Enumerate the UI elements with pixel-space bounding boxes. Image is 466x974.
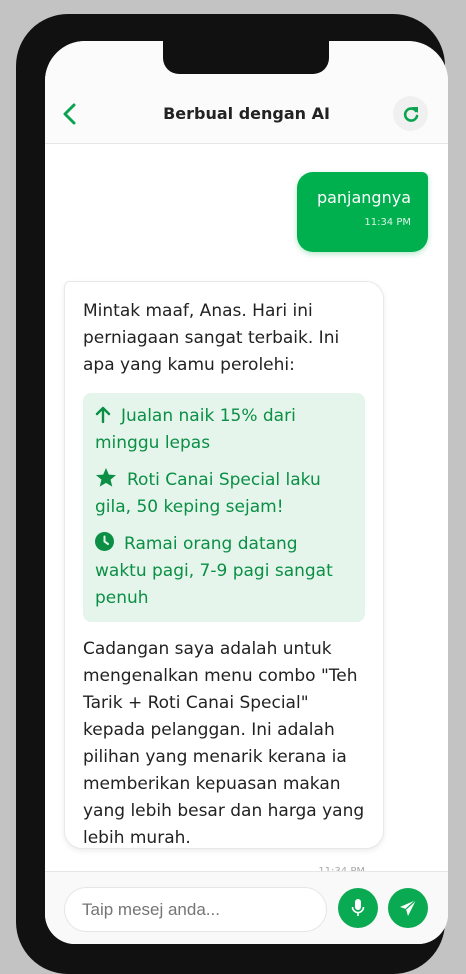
notch: [163, 41, 329, 74]
voice-button[interactable]: [338, 888, 378, 928]
phone-frame: Berbual dengan AI panjangnya 11:34 PM Mi…: [16, 14, 448, 974]
star-icon: [96, 468, 116, 487]
highlight-text: Ramai orang datang waktu pagi, 7-9 pagi …: [95, 534, 333, 608]
composer-bar: [45, 871, 448, 944]
refresh-button[interactable]: [393, 96, 428, 131]
highlight-item: Ramai orang datang waktu pagi, 7-9 pagi …: [95, 531, 353, 612]
user-message-bubble: panjangnya 11:34 PM: [297, 172, 428, 252]
ai-message-intro: Mintak maaf, Anas. Hari ini perniagaan s…: [83, 301, 340, 375]
user-message-time: 11:34 PM: [364, 217, 411, 228]
arrow-up-icon: [95, 406, 111, 424]
message-input[interactable]: [64, 887, 327, 932]
highlights-box: Jualan naik 15% dari minggu lepas Roti C…: [83, 393, 365, 622]
highlight-text: Jualan naik 15% dari minggu lepas: [95, 406, 296, 453]
user-message-text: panjangnya: [316, 188, 411, 207]
page-title: Berbual dengan AI: [163, 104, 330, 123]
highlight-item: Jualan naik 15% dari minggu lepas: [95, 403, 353, 457]
ai-message-suggestion: Cadangan saya adalah untuk mengenalkan m…: [83, 639, 365, 848]
clock-icon: [95, 532, 114, 551]
ai-message-bubble: Mintak maaf, Anas. Hari ini perniagaan s…: [64, 281, 384, 877]
screen: Berbual dengan AI panjangnya 11:34 PM Mi…: [45, 41, 448, 944]
refresh-icon: [403, 106, 418, 122]
microphone-icon: [351, 899, 365, 916]
send-button[interactable]: [388, 888, 428, 928]
paper-plane-icon: [400, 899, 417, 916]
highlight-text: Roti Canai Special laku gila, 50 keping …: [95, 470, 321, 517]
highlight-item: Roti Canai Special laku gila, 50 keping …: [95, 467, 353, 521]
